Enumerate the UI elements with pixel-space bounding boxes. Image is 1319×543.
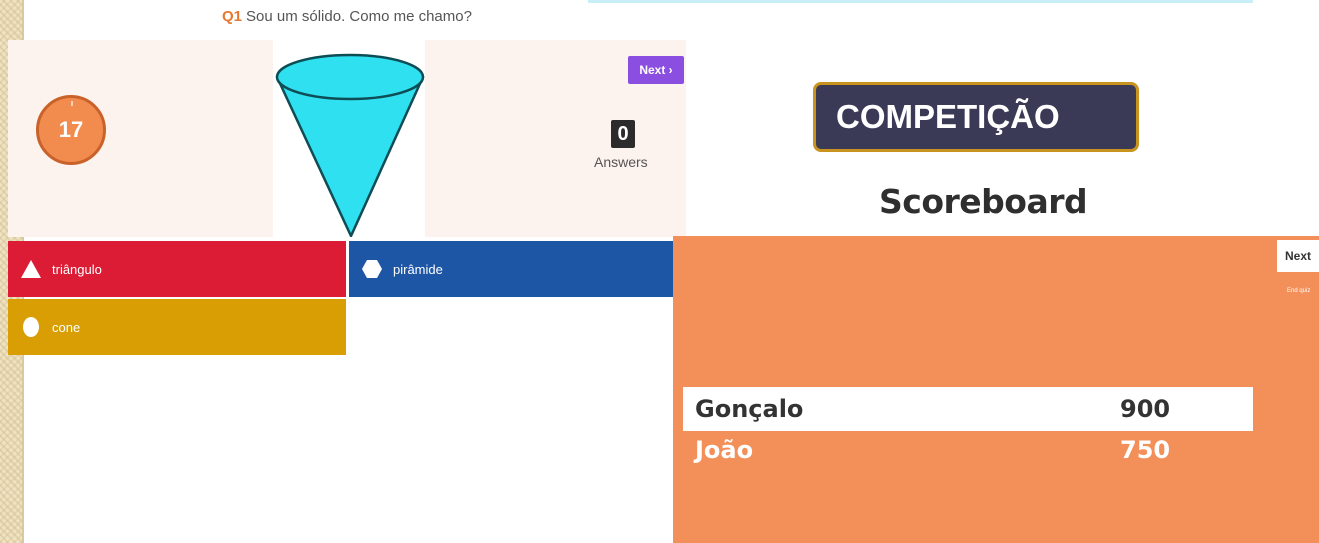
answers-count: 0 [611, 120, 635, 148]
next-button[interactable]: Next › [628, 56, 684, 84]
question-text: Sou um sólido. Como me chamo? [246, 8, 472, 25]
timer-tick-mark [71, 101, 73, 106]
competition-banner: COMPETIÇÃO [813, 82, 1139, 152]
player-name: Gonçalo [695, 395, 804, 423]
answer-label: triângulo [52, 261, 102, 277]
question-image [273, 40, 425, 238]
answer-option-piramide[interactable]: pirâmide [349, 241, 686, 297]
countdown-timer: 17 [36, 95, 106, 165]
answer-label: cone [52, 319, 81, 335]
scoreboard-panel: Next End quiz Gonçalo 900 João 750 [673, 236, 1319, 543]
scoreboard-next-button[interactable]: Next [1277, 240, 1319, 272]
cone-image [275, 53, 425, 238]
scoreboard-title: Scoreboard [879, 182, 1088, 221]
answer-label: pirâmide [393, 261, 443, 277]
question-title: Q1 Sou um sólido. Como me chamo? [222, 8, 472, 25]
player-score: 900 [1120, 395, 1171, 423]
player-score: 750 [1120, 436, 1171, 464]
top-divider-line [588, 0, 1253, 3]
scoreboard-row: Gonçalo 900 [683, 387, 1253, 431]
answer-option-triangulo[interactable]: triângulo [8, 241, 346, 297]
answers-label: Answers [594, 154, 648, 170]
end-quiz-link[interactable]: End quiz [1287, 288, 1310, 294]
question-number: Q1 [222, 8, 243, 25]
answer-option-cone[interactable]: cone [8, 299, 346, 355]
hexagon-icon [361, 258, 383, 280]
scoreboard-row: João 750 [683, 431, 1253, 471]
question-panel: 17 Next › 0 Answers [8, 40, 686, 238]
timer-value: 17 [58, 117, 84, 142]
player-name: João [695, 436, 754, 464]
triangle-icon [20, 258, 42, 280]
circle-icon [20, 316, 42, 338]
